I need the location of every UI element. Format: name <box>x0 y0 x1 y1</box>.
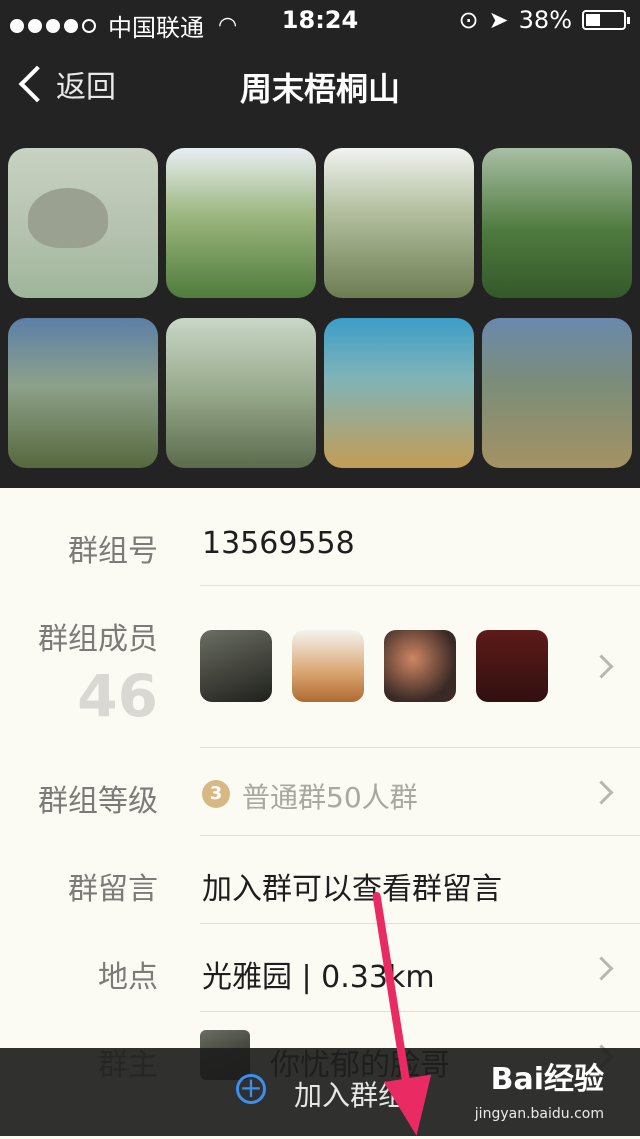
message-label: 群留言 <box>68 872 158 907</box>
photo-thumbnail-4[interactable] <box>482 148 632 298</box>
level-value: 普通群50人群 <box>242 781 418 814</box>
photo-thumbnail-8[interactable] <box>482 318 632 468</box>
photo-thumbnail-7[interactable] <box>324 318 474 468</box>
annotation-arrow-head <box>383 1074 441 1139</box>
photo-thumbnail-5[interactable] <box>8 318 158 468</box>
battery-percent: 38% <box>518 6 572 34</box>
chevron-right-icon[interactable] <box>589 780 614 805</box>
member-avatar[interactable] <box>384 630 456 702</box>
rock-shape <box>28 188 108 248</box>
status-right: ⊙ ➤ 38% <box>458 6 630 34</box>
bottom-action-bar: + 加入群组 Bai经验 jingyan.baidu.com <box>0 1048 640 1136</box>
group-id-value: 13569558 <box>202 526 355 561</box>
level-badge-icon: 3 <box>202 780 230 808</box>
photo-thumbnail-6[interactable] <box>166 318 316 468</box>
group-id-label: 群组号 <box>68 534 158 569</box>
battery-icon <box>582 10 630 30</box>
photo-thumbnail-1[interactable] <box>8 148 158 298</box>
message-value: 加入群可以查看群留言 <box>202 872 502 907</box>
row-members[interactable]: 群组成员 46 <box>0 586 640 748</box>
row-group-message: 群留言 加入群可以查看群留言 <box>0 836 640 924</box>
chevron-right-icon[interactable] <box>589 654 614 679</box>
member-avatar[interactable] <box>476 630 548 702</box>
location-value: 光雅园 | 0.33km <box>202 960 435 995</box>
watermark-url: jingyan.baidu.com <box>474 1106 604 1122</box>
members-label: 群组成员 <box>38 622 158 657</box>
member-avatar[interactable] <box>200 630 272 702</box>
navigation-bar: 返回 周末梧桐山 <box>0 40 640 130</box>
page-title: 周末梧桐山 <box>239 70 400 108</box>
battery-fill <box>586 14 600 26</box>
location-arrow-icon: ➤ <box>488 6 509 34</box>
row-group-id: 群组号 13569558 <box>0 500 640 586</box>
location-label: 地点 <box>98 960 158 995</box>
level-label: 群组等级 <box>38 784 158 819</box>
plus-circle-icon[interactable]: + <box>236 1074 266 1104</box>
members-count: 46 <box>77 662 158 730</box>
member-avatar[interactable] <box>292 630 364 702</box>
status-bar: 中国联通 ◠ 18:24 ⊙ ➤ 38% <box>0 0 640 42</box>
chevron-right-icon[interactable] <box>589 956 614 981</box>
row-group-level[interactable]: 群组等级 3 普通群50人群 <box>0 748 640 836</box>
rotation-lock-icon: ⊙ <box>458 6 479 34</box>
row-location[interactable]: 地点 光雅园 | 0.33km <box>0 924 640 1012</box>
photo-thumbnail-3[interactable] <box>324 148 474 298</box>
baidu-watermark-logo: Bai经验 <box>490 1062 604 1097</box>
photo-thumbnail-2[interactable] <box>166 148 316 298</box>
